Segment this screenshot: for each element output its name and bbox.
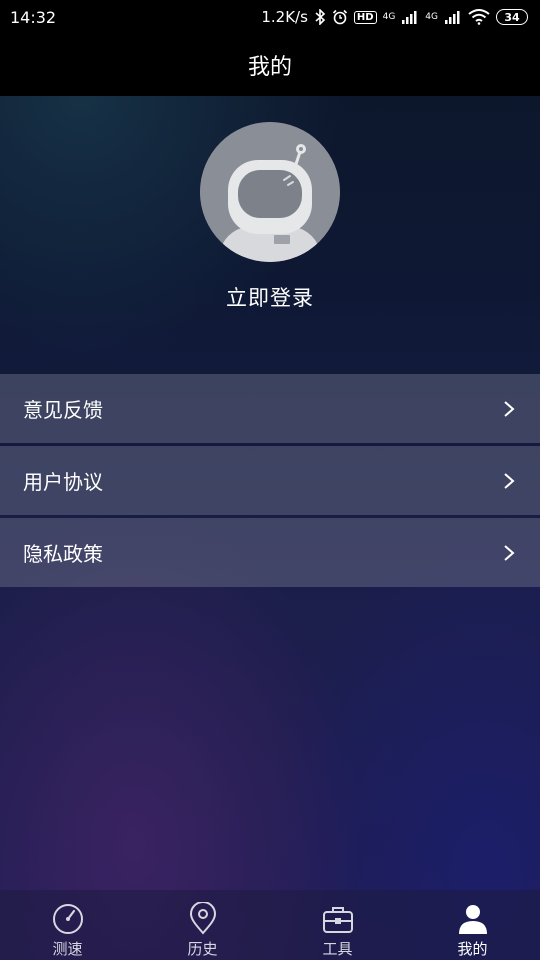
- menu-item-user-agreement[interactable]: 用户协议: [0, 446, 540, 515]
- user-icon: [458, 905, 487, 934]
- signal-2-label: 4G: [425, 12, 438, 22]
- page-header: 我的: [0, 34, 540, 96]
- signal-1-icon: [402, 11, 417, 24]
- status-time: 14:32: [10, 7, 57, 27]
- menu-item-label: 隐私政策: [23, 542, 103, 566]
- page-title: 我的: [247, 55, 292, 80]
- tab-label: 历史: [187, 940, 218, 958]
- menu-item-feedback[interactable]: 意见反馈: [0, 374, 540, 443]
- menu-item-label: 意见反馈: [23, 398, 103, 422]
- battery-icon: 34: [496, 9, 528, 25]
- bluetooth-icon: [315, 9, 326, 25]
- speedometer-icon: [52, 904, 83, 934]
- tab-tools[interactable]: 工具: [270, 890, 405, 960]
- settings-menu: 意见反馈 用户协议 隐私政策: [0, 374, 540, 590]
- signal-1-label: 4G: [382, 12, 396, 22]
- tab-label: 工具: [322, 940, 353, 958]
- astronaut-icon: [200, 122, 340, 262]
- status-indicators: 1.2K/s HD 4G 4G 34: [261, 8, 528, 26]
- chevron-right-icon: [504, 400, 515, 417]
- wifi-icon: [468, 9, 490, 25]
- tab-label: 测速: [52, 940, 83, 958]
- profile-section: 立即登录: [0, 96, 540, 374]
- toolbox-icon: [322, 907, 353, 933]
- alarm-icon: [332, 9, 347, 25]
- net-speed: 1.2K/s: [261, 8, 308, 26]
- bottom-tab-bar: 测速 历史 工具 我的: [0, 890, 540, 960]
- tab-mine[interactable]: 我的: [405, 890, 540, 960]
- tab-history[interactable]: 历史: [135, 890, 270, 960]
- avatar[interactable]: [200, 122, 340, 262]
- hd-badge: HD: [353, 10, 377, 24]
- menu-item-privacy-policy[interactable]: 隐私政策: [0, 518, 540, 587]
- signal-2-icon: [445, 11, 460, 24]
- chevron-right-icon: [504, 472, 515, 489]
- menu-item-label: 用户协议: [23, 470, 103, 494]
- chevron-right-icon: [504, 544, 515, 561]
- login-link[interactable]: 立即登录: [226, 282, 314, 312]
- status-bar: 14:32 1.2K/s HD 4G 4G 34: [0, 0, 540, 34]
- location-pin-icon: [189, 902, 216, 935]
- tab-speed-test[interactable]: 测速: [0, 890, 135, 960]
- tab-label: 我的: [457, 940, 488, 958]
